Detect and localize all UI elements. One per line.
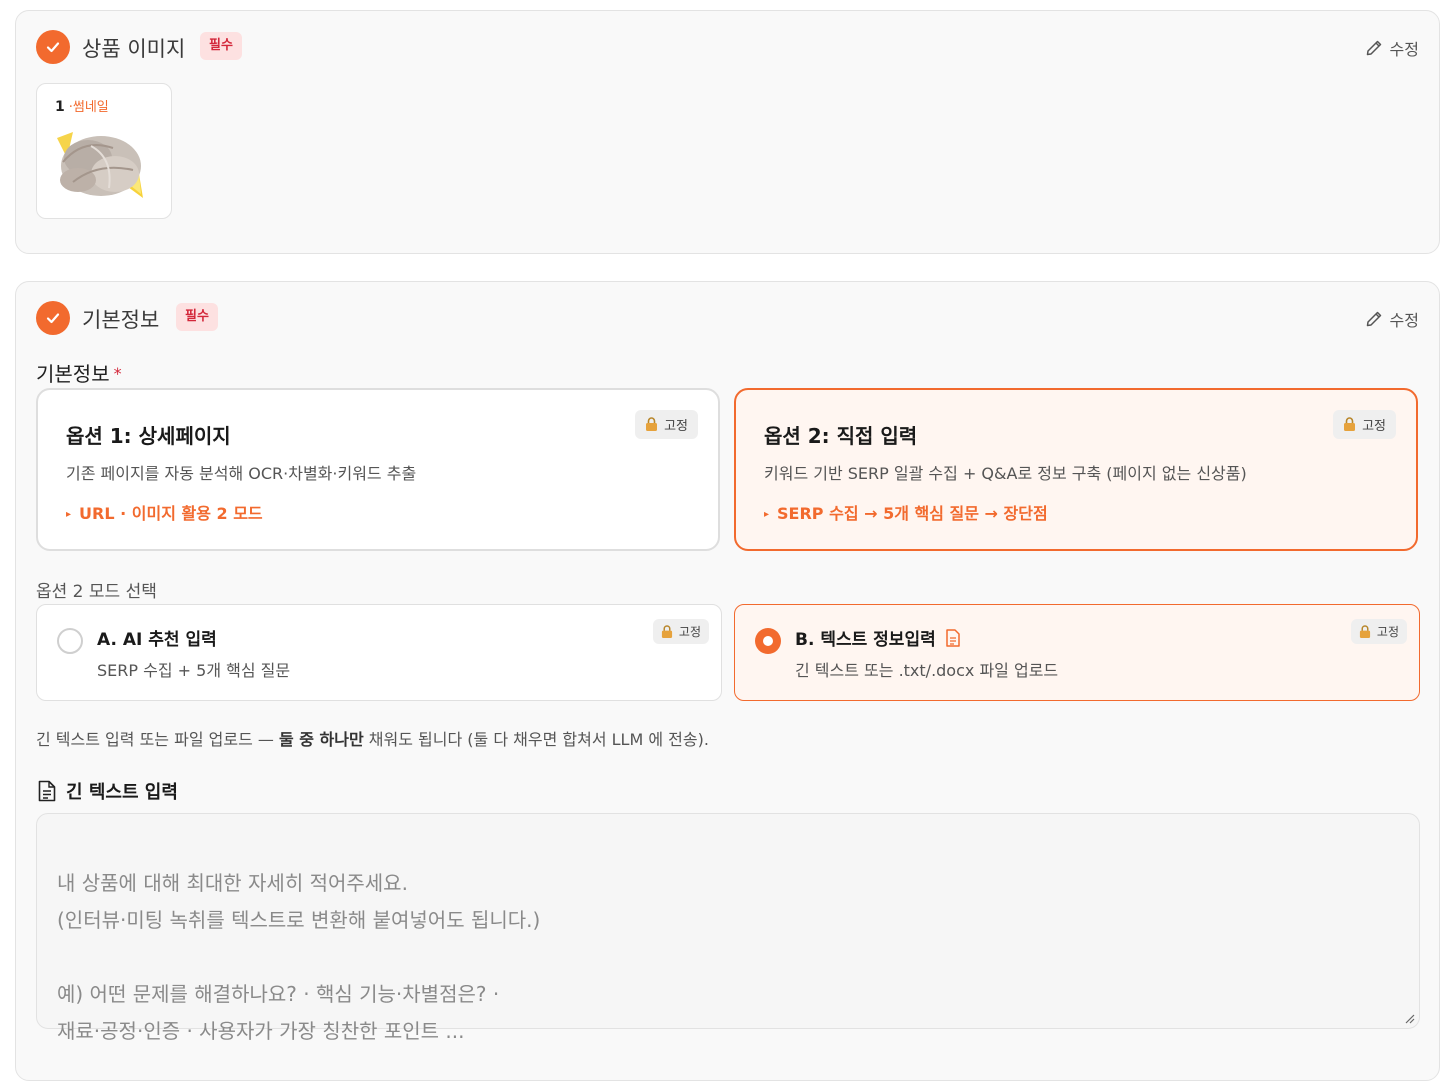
lock-badge: 고정 [635, 410, 698, 439]
edit-label: 수정 [1389, 311, 1419, 330]
mode-card-text-input[interactable]: B. 텍스트 정보입력 긴 텍스트 또는 .txt/.docx 파일 업로드 고… [734, 604, 1420, 701]
lock-icon [1359, 624, 1370, 638]
lock-icon [646, 417, 658, 431]
section-title: 상품 이미지 [82, 37, 186, 61]
option-description: 기존 페이지를 자동 분석해 OCR·차별화·키워드 추출 [66, 464, 417, 483]
basic-info-section: 기본정보 필수 수정 기본정보 * 옵션 1: 상세페이지 기존 페이지를 자동 … [15, 281, 1440, 1081]
radio-button[interactable] [57, 628, 83, 654]
input-hint: 긴 텍스트 입력 또는 파일 업로드 — 둘 중 하나만 채워도 됩니다 (둘 … [36, 726, 709, 750]
mode-description: SERP 수집 + 5개 핵심 질문 [97, 661, 291, 680]
edit-label: 수정 [1389, 40, 1419, 59]
option-card-detail-page[interactable]: 옵션 1: 상세페이지 기존 페이지를 자동 분석해 OCR·차별화·키워드 추… [36, 388, 720, 551]
field-label-text: 기본정보 [36, 362, 110, 386]
caret-right-icon: ▸ [764, 509, 770, 520]
edit-button[interactable]: 수정 [1364, 36, 1419, 60]
option-title: 옵션 1: 상세페이지 [66, 424, 231, 448]
mode-title: B. 텍스트 정보입력 [795, 625, 960, 650]
check-icon [36, 301, 70, 335]
lock-icon [1344, 417, 1356, 431]
option-tip: ▸ URL · 이미지 활용 2 모드 [66, 500, 263, 524]
pencil-icon [1366, 40, 1381, 56]
thumbnail-label: 1 ·썸네일 [55, 96, 109, 115]
hint-text-after: 채워도 됩니다 (둘 다 채우면 합쳐서 LLM 에 전송). [363, 730, 709, 749]
radio-button-selected[interactable] [755, 628, 781, 654]
lock-label: 고정 [678, 625, 701, 639]
product-image-section: 상품 이미지 필수 수정 1 ·썸네일 [15, 10, 1440, 254]
lock-badge: 고정 [1333, 410, 1396, 439]
long-text-label-text: 긴 텍스트 입력 [66, 782, 178, 803]
option-tip-text: SERP 수집 → 5개 핵심 질문 → 장단점 [777, 504, 1048, 523]
option-tip: ▸ SERP 수집 → 5개 핵심 질문 → 장단점 [764, 500, 1048, 524]
resize-grip-icon[interactable] [1403, 1012, 1415, 1024]
section-title: 기본정보 [82, 308, 160, 332]
option-title: 옵션 2: 직접 입력 [764, 424, 918, 448]
long-text-input[interactable]: 내 상품에 대해 최대한 자세히 적어주세요. (인터뷰·미팅 녹취를 텍스트로… [36, 813, 1420, 1043]
lock-label: 고정 [664, 419, 688, 434]
lock-label: 고정 [1362, 419, 1386, 434]
mode-description: 긴 텍스트 또는 .txt/.docx 파일 업로드 [795, 661, 1059, 680]
hint-text-bold: 둘 중 하나만 [278, 730, 364, 749]
mode-card-ai-recommend[interactable]: A. AI 추천 입력 SERP 수집 + 5개 핵심 질문 고정 [36, 604, 722, 701]
lock-badge: 고정 [652, 619, 709, 644]
required-badge: 필수 [200, 32, 242, 60]
mode-title-text: B. 텍스트 정보입력 [795, 630, 936, 650]
option-tip-text: URL · 이미지 활용 2 모드 [79, 504, 263, 523]
long-text-label: 긴 텍스트 입력 [38, 778, 178, 804]
lock-label: 고정 [1376, 625, 1399, 639]
long-text-placeholder: 내 상품에 대해 최대한 자세히 적어주세요. (인터뷰·미팅 녹취를 텍스트로… [57, 871, 541, 1043]
shrimp-photo [57, 132, 143, 198]
thumbnail-index: 1 [55, 99, 65, 115]
pencil-icon [1366, 311, 1381, 327]
mode-select-label: 옵션 2 모드 선택 [36, 582, 157, 602]
mode-title: A. AI 추천 입력 [97, 625, 217, 650]
required-badge: 필수 [176, 303, 218, 331]
mode-title-text: A. AI 추천 입력 [97, 630, 217, 650]
document-icon [38, 780, 56, 802]
caret-right-icon: ▸ [66, 509, 72, 520]
hint-text-before: 긴 텍스트 입력 또는 파일 업로드 — [36, 730, 279, 749]
edit-button[interactable]: 수정 [1364, 307, 1419, 331]
document-icon [945, 628, 960, 647]
image-thumbnail[interactable]: 1 ·썸네일 [36, 83, 172, 219]
thumbnail-tag: ·썸네일 [68, 100, 109, 115]
lock-icon [661, 624, 672, 638]
lock-badge: 고정 [1350, 619, 1407, 644]
field-label: 기본정보 * [36, 358, 122, 387]
option-description: 키워드 기반 SERP 일괄 수집 + Q&A로 정보 구축 (페이지 없는 신… [764, 464, 1247, 483]
option-card-direct-input[interactable]: 옵션 2: 직접 입력 키워드 기반 SERP 일괄 수집 + Q&A로 정보 … [734, 388, 1418, 551]
required-star: * [113, 364, 122, 383]
check-icon [36, 30, 70, 64]
